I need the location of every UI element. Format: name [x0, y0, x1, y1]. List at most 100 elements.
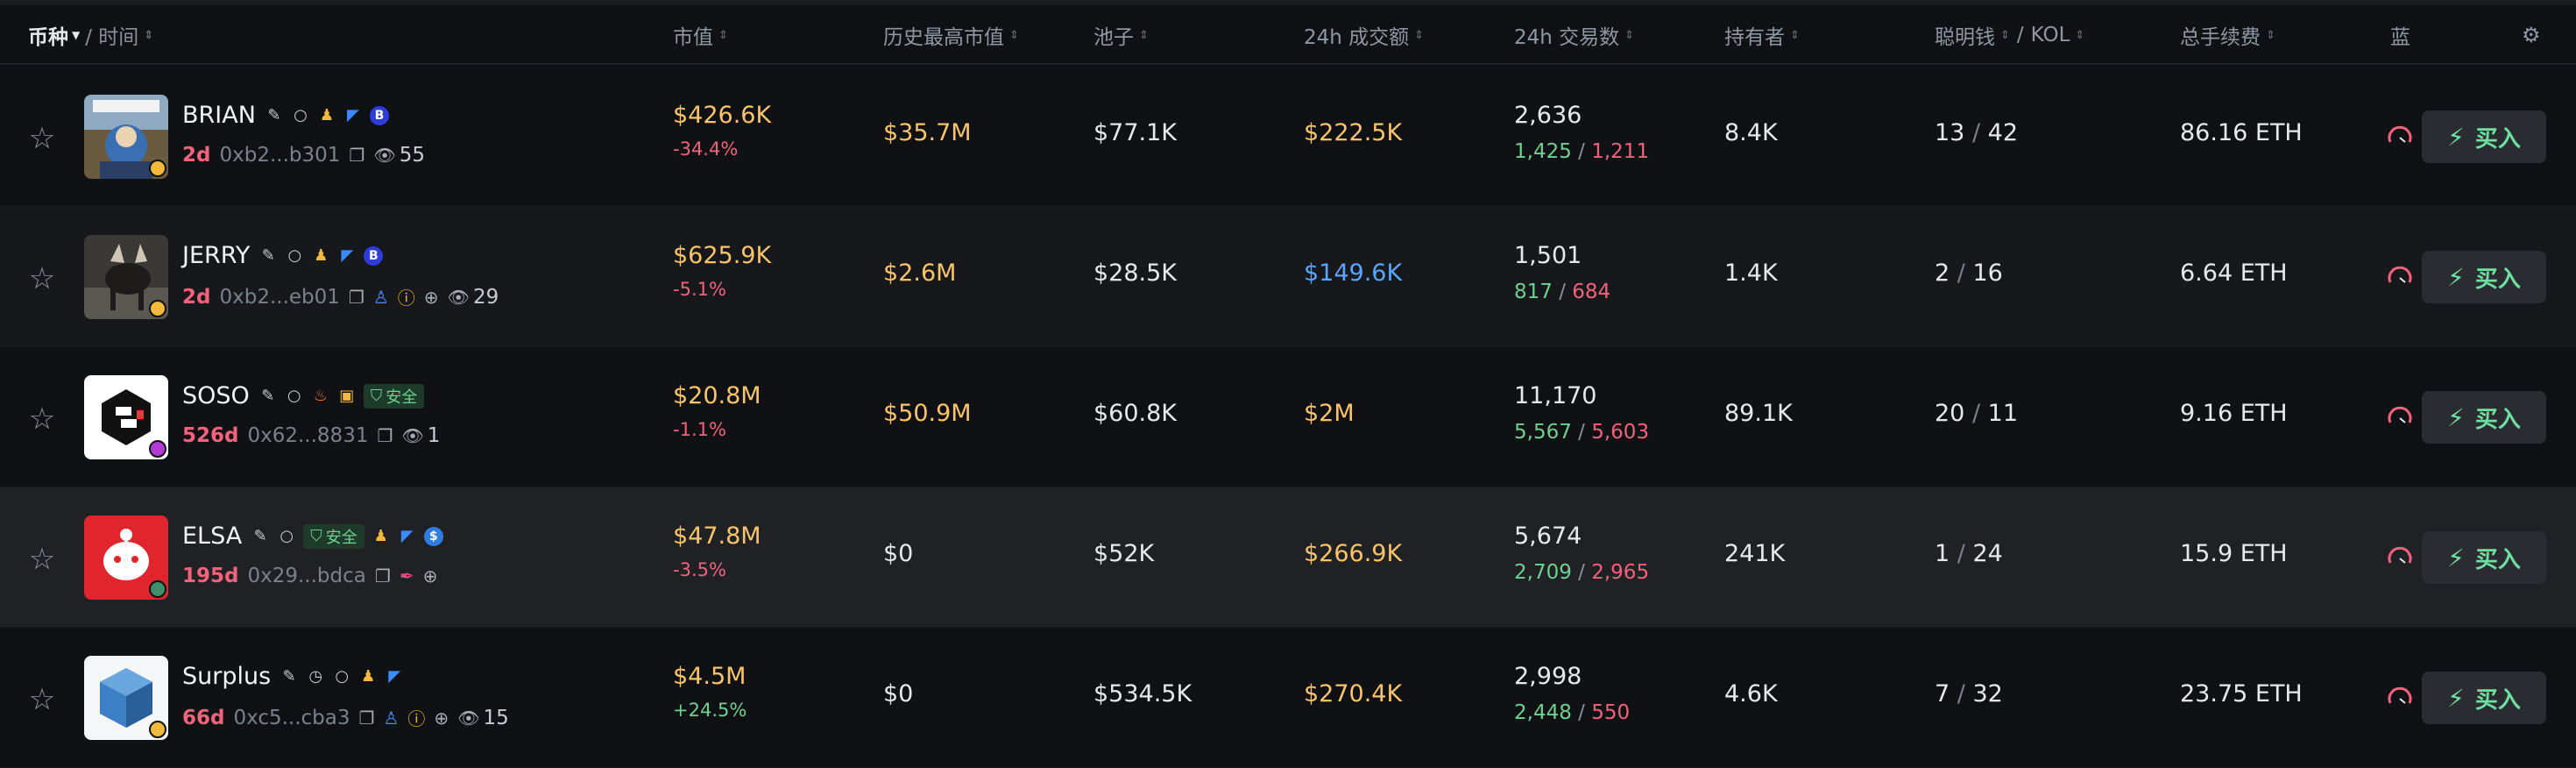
- header-fees[interactable]: 总手续费 ⇕: [2180, 5, 2275, 65]
- users-icon[interactable]: ♟: [372, 527, 391, 546]
- table-row[interactable]: ☆ JERRY ✎ ○ ♟ ◤ B 2d 0xb2...eb01 ❐ ♙ ⓘ ⊕…: [0, 207, 2576, 347]
- sell-count: 684: [1572, 281, 1611, 303]
- token-meta: 195d 0x29...bdca ❐ ✒ ⊕: [182, 565, 437, 587]
- lightning-icon: ⚡: [2447, 402, 2465, 432]
- header-tx[interactable]: 24h 交易数 ⇕: [1514, 5, 1634, 65]
- token-meta: 2d 0xb2...eb01 ❐ ♙ ⓘ ⊕ 👁 29: [182, 284, 499, 309]
- edit-icon[interactable]: ✎: [251, 527, 270, 546]
- kol-count: 32: [1972, 680, 2003, 708]
- table-row[interactable]: ☆ SOSO ✎ ○ ♨ ▣ ⛉ 安全 526d 0x62...8831 ❐ 👁…: [0, 347, 2576, 487]
- globe-icon[interactable]: ⊕: [423, 565, 438, 587]
- clock-icon[interactable]: ◷: [306, 667, 325, 686]
- header-holders[interactable]: 持有者 ⇕: [1724, 5, 1800, 65]
- users-icon[interactable]: ♟: [358, 667, 378, 686]
- table-row[interactable]: ☆ BRIAN ✎ ○ ♟ ◤ B 2d 0xb2...b301 ❐ 👁 55 …: [0, 67, 2576, 207]
- token-name[interactable]: JERRY: [182, 242, 250, 269]
- sort-token-header[interactable]: 币种 ▼ / 时间 ⇕: [28, 5, 153, 65]
- token-name[interactable]: SOSO: [182, 382, 250, 409]
- header-smart-kol[interactable]: 聪明钱 ⇕ / KOL ⇕: [1935, 5, 2084, 65]
- star-icon[interactable]: ☆: [25, 402, 60, 437]
- users-icon[interactable]: ♟: [311, 246, 330, 266]
- smart-kol: 7 / 32: [1935, 680, 2003, 708]
- buy-button[interactable]: ⚡ 买入: [2422, 531, 2546, 584]
- gift-icon[interactable]: ▣: [337, 387, 357, 406]
- dollar-coin-icon[interactable]: $: [423, 526, 443, 546]
- smart-money-count: 2: [1935, 260, 1950, 287]
- safe-label: 安全: [325, 528, 357, 547]
- table-row[interactable]: ☆ ELSA ✎ ○ ⛉ 安全 ♟ ◤ $ 195d 0x29...bdca ❐…: [0, 487, 2576, 628]
- total-fees: 86.16 ETH: [2180, 119, 2303, 146]
- buy-button[interactable]: ⚡ 买入: [2422, 110, 2546, 163]
- market-cap-change: -34.4%: [673, 139, 739, 160]
- copy-icon[interactable]: ❐: [375, 565, 391, 587]
- user-icon[interactable]: ♙: [373, 287, 389, 308]
- token-name[interactable]: ELSA: [182, 523, 242, 550]
- kol-count: 16: [1972, 260, 2003, 287]
- copy-icon[interactable]: ❐: [359, 708, 375, 729]
- gear-icon[interactable]: ⚙: [2522, 5, 2541, 65]
- table-row[interactable]: ☆ Surplus ✎ ◷ ○ ♟ ◤ 66d 0xc5...cba3 ❐ ♙ …: [0, 628, 2576, 768]
- edit-icon[interactable]: ✎: [280, 667, 299, 686]
- b-coin-icon[interactable]: B: [369, 105, 389, 125]
- ath-market-cap: $2.6M: [883, 260, 957, 287]
- copy-icon[interactable]: ❐: [349, 145, 364, 166]
- gauge-icon: [2388, 686, 2412, 704]
- search-icon[interactable]: ○: [277, 527, 296, 546]
- eye-icon: 👁: [447, 286, 470, 308]
- buy-button[interactable]: ⚡ 买入: [2422, 672, 2546, 724]
- buy-button[interactable]: ⚡ 买入: [2422, 391, 2546, 444]
- smart-kol: 20 / 11: [1935, 400, 2018, 427]
- copy-icon[interactable]: ❐: [349, 287, 364, 308]
- edit-icon[interactable]: ✎: [258, 246, 278, 266]
- smart-kol: 2 / 16: [1935, 260, 2003, 287]
- star-icon[interactable]: ☆: [25, 121, 60, 156]
- users-icon[interactable]: ♟: [317, 106, 336, 125]
- search-icon[interactable]: ○: [285, 246, 304, 266]
- twitter-icon[interactable]: ◤: [343, 106, 363, 125]
- twitter-icon[interactable]: ◤: [385, 667, 404, 686]
- star-icon[interactable]: ☆: [25, 542, 60, 577]
- views-value: 15: [483, 706, 509, 729]
- twitter-icon[interactable]: ◤: [398, 527, 417, 546]
- star-icon[interactable]: ☆: [25, 261, 60, 296]
- smart-kol: 1 / 24: [1935, 540, 2003, 567]
- time-header-label[interactable]: / 时间: [85, 20, 138, 50]
- pool-value: $77.1K: [1093, 119, 1178, 146]
- search-icon[interactable]: ○: [291, 106, 310, 125]
- buy-button[interactable]: ⚡ 买入: [2422, 251, 2546, 303]
- search-icon[interactable]: ○: [285, 387, 304, 406]
- market-cap-change: +24.5%: [673, 700, 747, 721]
- header-blue[interactable]: 蓝: [2390, 5, 2410, 65]
- edit-icon[interactable]: ✎: [258, 387, 278, 406]
- user-icon[interactable]: ♙: [383, 708, 399, 729]
- copy-icon[interactable]: ❐: [377, 425, 393, 446]
- token-age: 2d: [182, 144, 211, 167]
- buy-count: 5,567: [1514, 421, 1572, 444]
- token-name[interactable]: BRIAN: [182, 102, 256, 129]
- buy-label: 买入: [2474, 266, 2521, 293]
- header-market-cap[interactable]: 市值 ⇕: [673, 5, 728, 65]
- separator: /: [1971, 119, 1981, 146]
- b-coin-icon[interactable]: B: [364, 245, 384, 266]
- globe-icon[interactable]: ⊕: [434, 708, 449, 729]
- warning-icon[interactable]: ⓘ: [407, 705, 425, 730]
- edit-icon[interactable]: ✎: [265, 106, 284, 125]
- header-pool[interactable]: 池子 ⇕: [1093, 5, 1149, 65]
- header-volume[interactable]: 24h 成交额 ⇕: [1304, 5, 1424, 65]
- header-ath[interactable]: 历史最高市值 ⇕: [883, 5, 1019, 65]
- tx-count: 11,170: [1514, 382, 1597, 409]
- sell-count: 2,965: [1591, 561, 1650, 584]
- pool-value: $28.5K: [1093, 260, 1178, 287]
- twitter-icon[interactable]: ◤: [337, 246, 357, 266]
- market-cap: $47.8M: [673, 523, 761, 550]
- tx-split: 5,567 / 5,603: [1514, 421, 1650, 444]
- star-icon[interactable]: ☆: [25, 682, 60, 717]
- fire-icon[interactable]: ♨: [311, 387, 330, 406]
- feather-icon[interactable]: ✒: [400, 565, 414, 587]
- warning-icon[interactable]: ⓘ: [398, 284, 415, 309]
- search-icon[interactable]: ○: [332, 667, 351, 686]
- globe-icon[interactable]: ⊕: [424, 287, 439, 308]
- token-name[interactable]: Surplus: [182, 663, 271, 690]
- sort-icon: ⇕: [1624, 28, 1635, 42]
- holders-count: 1.4K: [1724, 260, 1778, 287]
